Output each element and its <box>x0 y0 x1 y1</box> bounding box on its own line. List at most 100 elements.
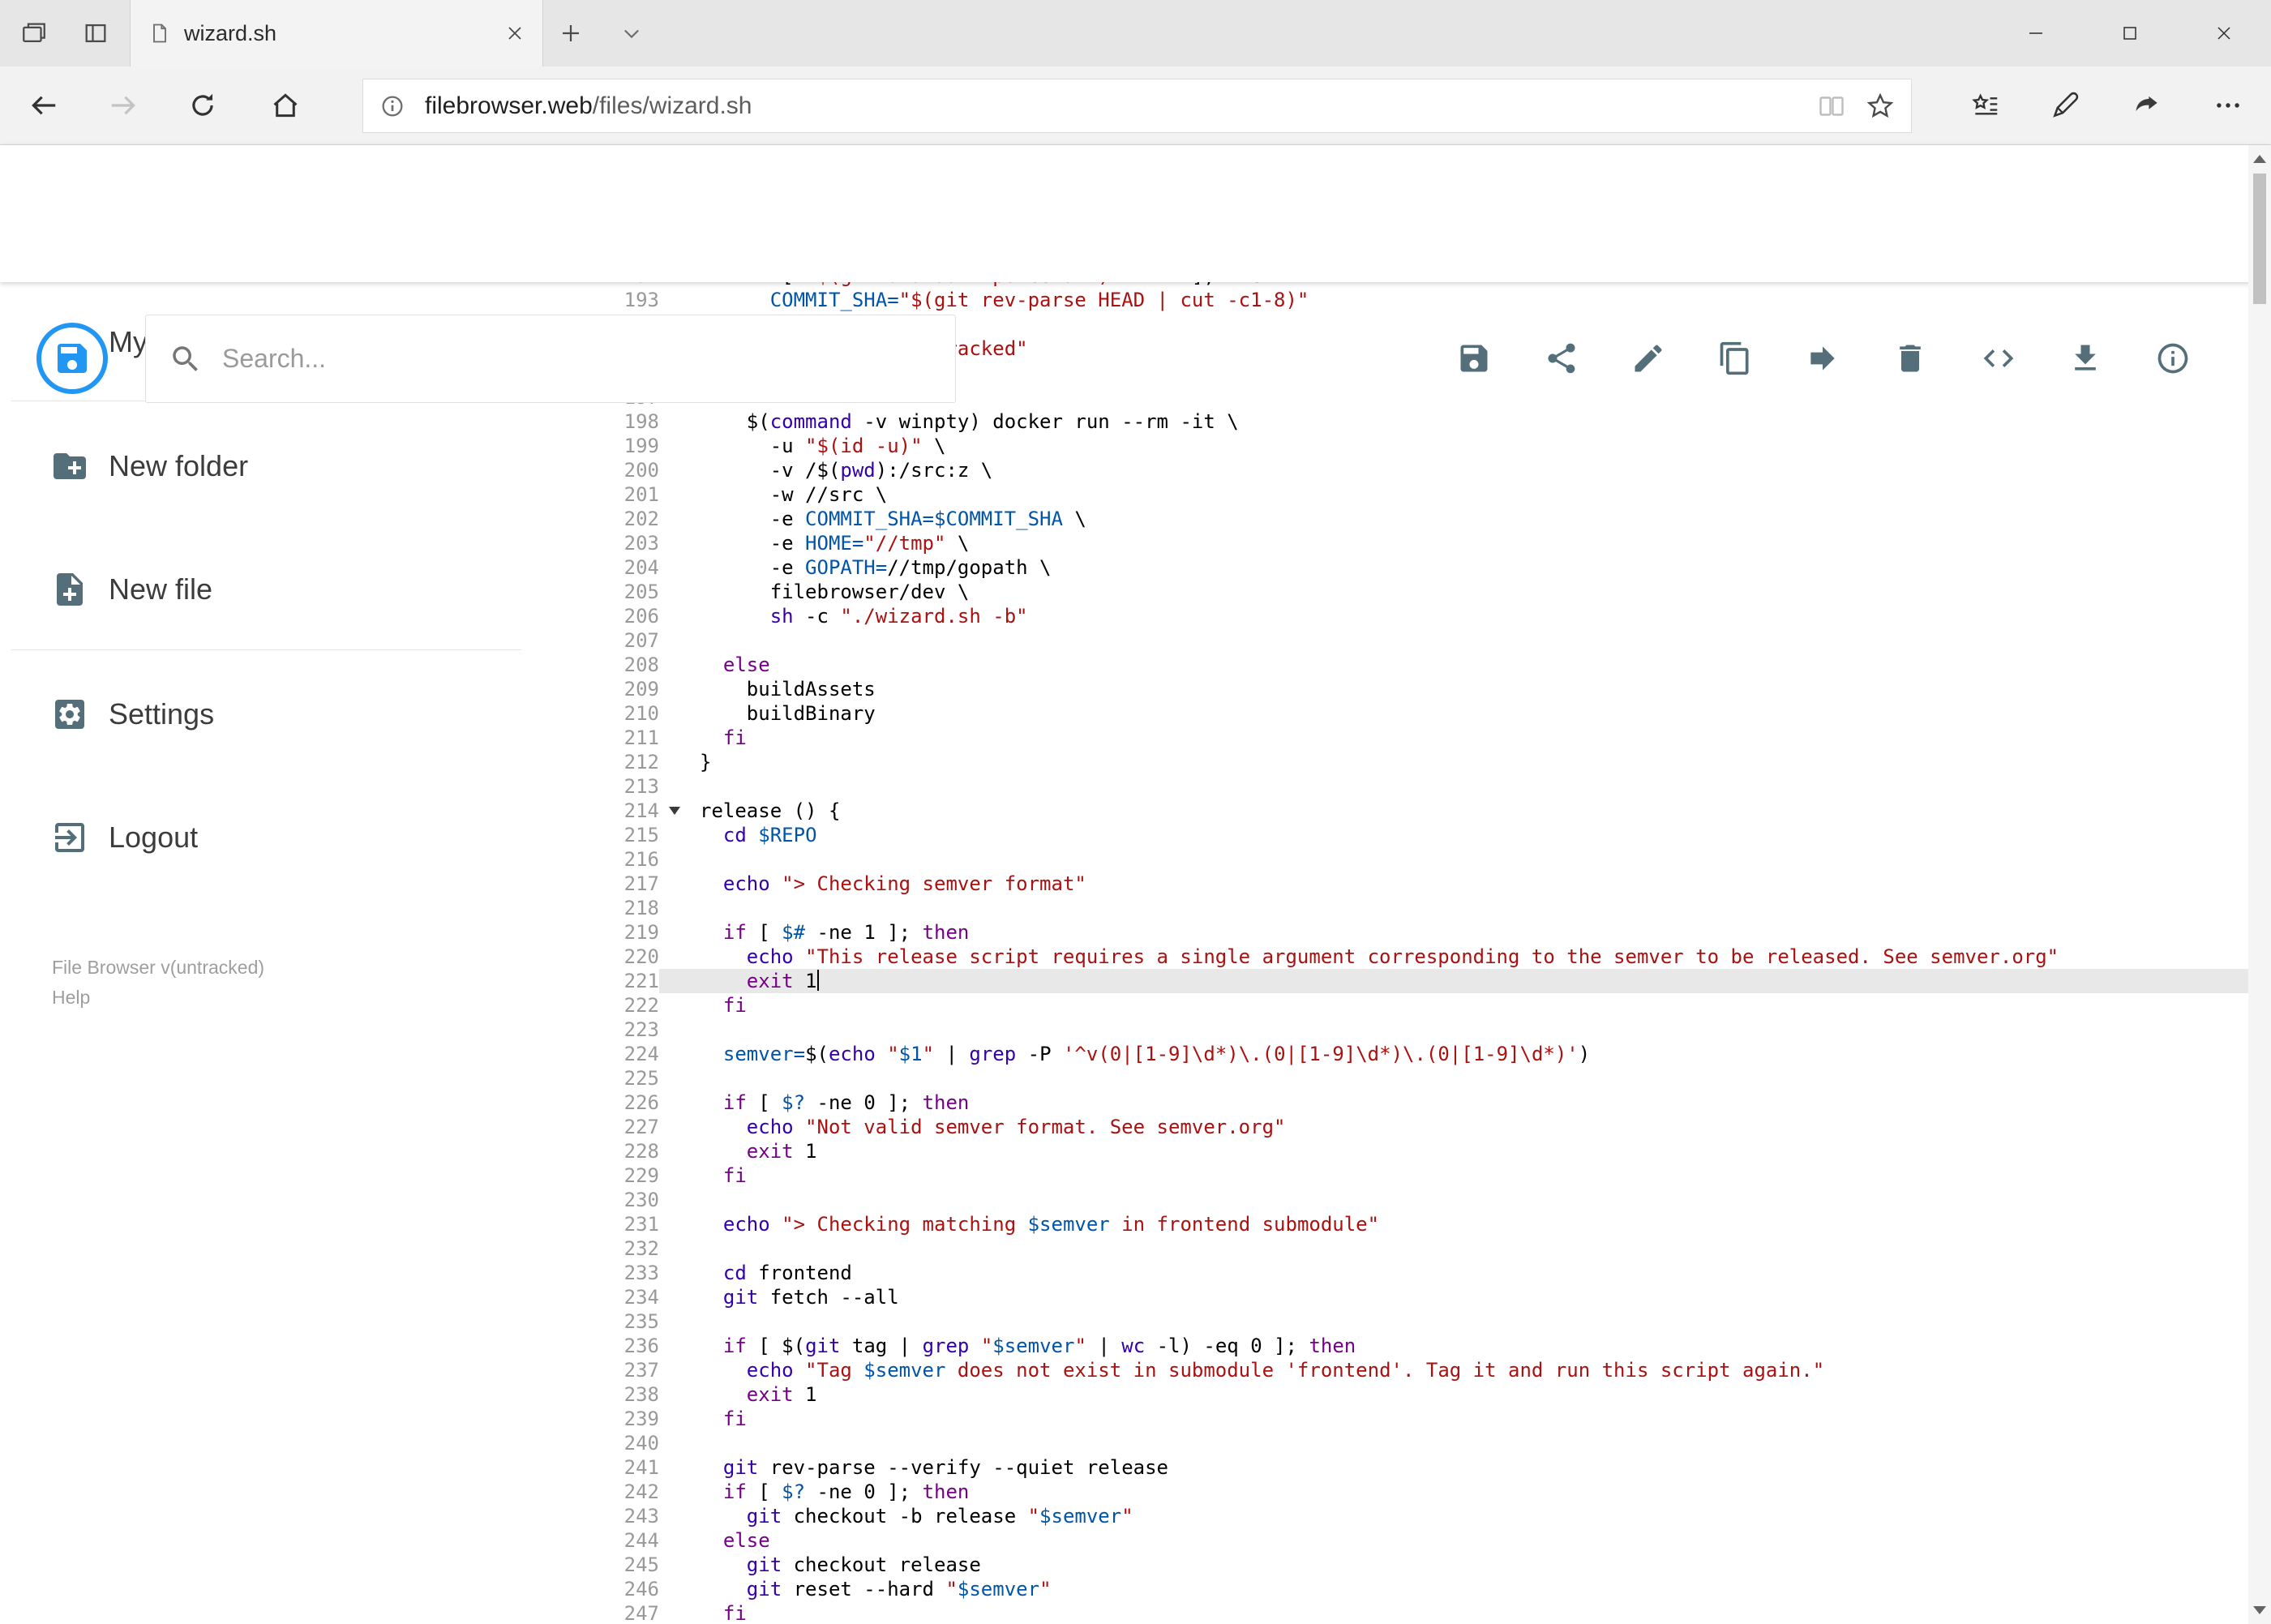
code-line-text[interactable]: cd frontend <box>659 1261 2248 1285</box>
code-line[interactable]: 247 fi <box>608 1601 2248 1624</box>
scroll-up-arrow-icon[interactable] <box>2248 145 2271 173</box>
web-note-pen-icon[interactable] <box>2037 66 2093 144</box>
code-line[interactable]: 217 echo "> Checking semver format" <box>608 872 2248 896</box>
code-line[interactable]: 214 release () { <box>608 799 2248 823</box>
code-line-text[interactable]: -e COMMIT_SHA=$COMMIT_SHA \ <box>659 507 2248 531</box>
code-line[interactable]: 246 git reset --hard "$semver" <box>608 1577 2248 1601</box>
code-line-text[interactable] <box>659 1188 2248 1212</box>
code-line[interactable]: 193 COMMIT_SHA="$(git rev-parse HEAD | c… <box>608 288 2248 312</box>
code-line-text[interactable]: if [ $# -ne 1 ]; then <box>659 920 2248 945</box>
code-view-button[interactable] <box>1973 332 2025 384</box>
code-line[interactable]: 222 fi <box>608 993 2248 1018</box>
filebrowser-logo[interactable] <box>36 323 108 394</box>
code-line-text[interactable] <box>659 1431 2248 1455</box>
code-line-text[interactable]: -u "$(id -u)" \ <box>659 434 2248 458</box>
code-line-text[interactable]: -e HOME="//tmp" \ <box>659 531 2248 555</box>
code-line-text[interactable]: if [ "$(git status --porcelain)" = "" ];… <box>659 282 2248 288</box>
code-line[interactable]: 227 echo "Not valid semver format. See s… <box>608 1115 2248 1139</box>
fold-marker-icon[interactable] <box>669 807 680 815</box>
code-line-text[interactable]: git fetch --all <box>659 1285 2248 1309</box>
code-line[interactable]: 241 git rev-parse --verify --quiet relea… <box>608 1455 2248 1480</box>
code-line-text[interactable]: git checkout release <box>659 1553 2248 1577</box>
code-line[interactable]: 206 sh -c "./wizard.sh -b" <box>608 604 2248 628</box>
code-line-text[interactable] <box>659 896 2248 920</box>
code-line-text[interactable]: echo "> Checking matching $semver in fro… <box>659 1212 2248 1236</box>
sidebar-item-logout[interactable]: Logout <box>0 805 584 870</box>
minimize-button[interactable] <box>1989 0 2083 66</box>
code-line[interactable]: 210 buildBinary <box>608 701 2248 726</box>
code-line-text[interactable]: echo "This release script requires a sin… <box>659 945 2248 969</box>
share-button[interactable] <box>1536 332 1588 384</box>
address-bar[interactable]: filebrowser.web/files/wizard.sh <box>362 79 1912 133</box>
site-info-icon[interactable] <box>379 93 405 119</box>
code-line-text[interactable]: $(command -v winpty) docker run --rm -it… <box>659 409 2248 434</box>
code-line-text[interactable]: exit 1 <box>659 1139 2248 1163</box>
code-line[interactable]: 213 <box>608 774 2248 799</box>
reading-view-icon[interactable] <box>1817 92 1846 121</box>
code-line-text[interactable]: fi <box>659 993 2248 1018</box>
code-line-text[interactable]: -e GOPATH=//tmp/gopath \ <box>659 555 2248 580</box>
favorite-star-icon[interactable] <box>1866 92 1895 121</box>
code-line[interactable]: 192 if [ "$(git status --porcelain)" = "… <box>608 282 2248 288</box>
code-line-text[interactable]: if [ $? -ne 0 ]; then <box>659 1480 2248 1504</box>
close-window-button[interactable] <box>2177 0 2271 66</box>
set-tabs-aside-icon[interactable] <box>15 15 53 52</box>
code-line[interactable]: 245 git checkout release <box>608 1553 2248 1577</box>
code-line-text[interactable] <box>659 1309 2248 1334</box>
code-line[interactable]: 209 buildAssets <box>608 677 2248 701</box>
code-line[interactable]: 199 -u "$(id -u)" \ <box>608 434 2248 458</box>
code-line-text[interactable] <box>659 1236 2248 1261</box>
tab-preview-chevron-icon[interactable] <box>604 0 659 66</box>
code-line-text[interactable]: git checkout -b release "$semver" <box>659 1504 2248 1528</box>
code-line[interactable]: 242 if [ $? -ne 0 ]; then <box>608 1480 2248 1504</box>
code-line[interactable]: 205 filebrowser/dev \ <box>608 580 2248 604</box>
code-line[interactable]: 204 -e GOPATH=//tmp/gopath \ <box>608 555 2248 580</box>
browser-tab[interactable]: wizard.sh <box>130 0 543 66</box>
code-line[interactable]: 240 <box>608 1431 2248 1455</box>
code-line[interactable]: 244 else <box>608 1528 2248 1553</box>
new-tab-button[interactable] <box>543 0 598 66</box>
code-line[interactable]: 207 <box>608 628 2248 653</box>
code-line-text[interactable]: semver=$(echo "$1" | grep -P '^v(0|[1-9]… <box>659 1042 2248 1066</box>
scroll-down-arrow-icon[interactable] <box>2248 1596 2271 1624</box>
code-line-text[interactable] <box>659 1066 2248 1091</box>
search-input[interactable] <box>222 344 932 374</box>
code-line-text[interactable]: if [ $? -ne 0 ]; then <box>659 1091 2248 1115</box>
code-line-text[interactable]: exit 1 <box>659 1382 2248 1407</box>
code-line[interactable]: 232 <box>608 1236 2248 1261</box>
copy-button[interactable] <box>1709 332 1761 384</box>
code-line-text[interactable]: fi <box>659 726 2248 750</box>
code-line[interactable]: 216 <box>608 847 2248 872</box>
code-line-text[interactable]: buildAssets <box>659 677 2248 701</box>
code-line-text[interactable]: filebrowser/dev \ <box>659 580 2248 604</box>
code-line-text[interactable]: else <box>659 1528 2248 1553</box>
code-editor[interactable]: 192 if [ "$(git status --porcelain)" = "… <box>608 282 2248 1624</box>
code-line[interactable]: 212} <box>608 750 2248 774</box>
code-line[interactable]: 228 exit 1 <box>608 1139 2248 1163</box>
back-button[interactable] <box>16 66 71 144</box>
tab-close-icon[interactable] <box>505 24 525 43</box>
rename-button[interactable] <box>1622 332 1674 384</box>
code-line[interactable]: 218 <box>608 896 2248 920</box>
sidebar-item-new-file[interactable]: New file <box>0 557 584 622</box>
code-line[interactable]: 237 echo "Tag $semver does not exist in … <box>608 1358 2248 1382</box>
sidebar-item-new-folder[interactable]: New folder <box>0 434 584 499</box>
code-line[interactable]: 221 exit 1 <box>608 969 2248 993</box>
code-line-text[interactable]: } <box>659 750 2248 774</box>
code-line[interactable]: 224 semver=$(echo "$1" | grep -P '^v(0|[… <box>608 1042 2248 1066</box>
code-line-text[interactable]: COMMIT_SHA="$(git rev-parse HEAD | cut -… <box>659 288 2248 312</box>
code-line-text[interactable]: echo "Tag $semver does not exist in subm… <box>659 1358 2248 1382</box>
info-button[interactable] <box>2147 332 2199 384</box>
code-line[interactable]: 230 <box>608 1188 2248 1212</box>
share-page-icon[interactable] <box>2119 66 2175 144</box>
code-line-text[interactable]: exit 1 <box>659 969 2248 993</box>
code-line-text[interactable]: sh -c "./wizard.sh -b" <box>659 604 2248 628</box>
code-line-text[interactable]: else <box>659 653 2248 677</box>
code-line-text[interactable] <box>659 628 2248 653</box>
code-line-text[interactable]: git reset --hard "$semver" <box>659 1577 2248 1601</box>
home-button[interactable] <box>258 66 313 144</box>
maximize-button[interactable] <box>2083 0 2177 66</box>
hub-favorites-icon[interactable] <box>1958 66 2013 144</box>
code-line[interactable]: 219 if [ $# -ne 1 ]; then <box>608 920 2248 945</box>
code-line[interactable]: 234 git fetch --all <box>608 1285 2248 1309</box>
